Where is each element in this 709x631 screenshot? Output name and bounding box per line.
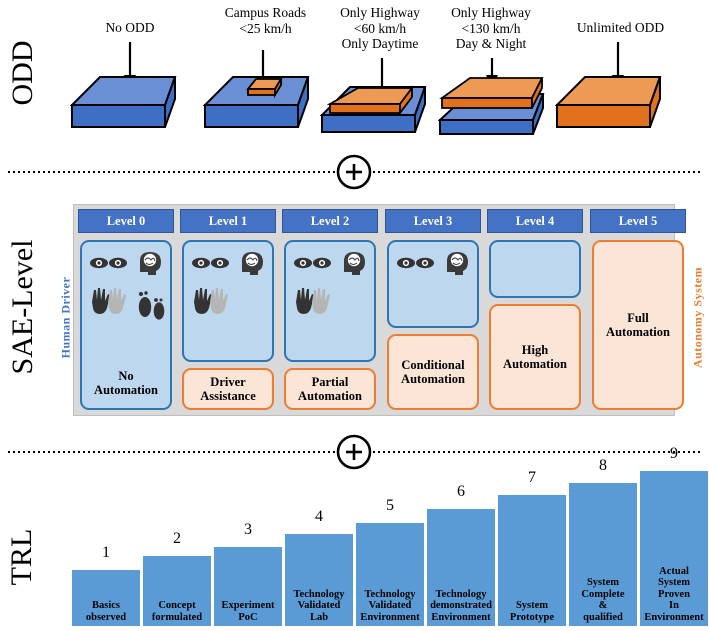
trl-value-label-4: 4 (315, 508, 323, 525)
separator-odd-sae (0, 152, 709, 192)
trl-value-label-2: 2 (173, 530, 181, 547)
sae-header-level-4[interactable]: Level 4 (487, 209, 583, 233)
sae-icons-level-3 (395, 250, 475, 280)
sae-icons-level-2 (292, 250, 372, 320)
trl-value-label-9: 9 (670, 445, 678, 462)
odd-slab-2 (320, 85, 427, 133)
trl-value-label-7: 7 (528, 469, 536, 486)
trl-bar-label-6: Technology demonstrated Environment (430, 588, 492, 623)
sae-system-box-level-4[interactable]: High Automation (489, 304, 581, 410)
odd-slab-4 (555, 76, 662, 128)
sae-icons-level-1 (190, 250, 270, 320)
trl-bar-label-5: Technology Validated Environment (360, 588, 420, 623)
sae-header-level-0[interactable]: Level 0 (78, 209, 174, 233)
trl-bar-label-1: Basics observed (85, 600, 127, 623)
trl-bar-5[interactable]: Technology Validated Environment (356, 523, 424, 626)
sae-header-level-2[interactable]: Level 2 (282, 209, 378, 233)
odd-slab-1 (203, 75, 310, 128)
trl-bar-3[interactable]: Experiment PoC (214, 547, 282, 626)
trl-bar-1[interactable]: Basics observed (72, 570, 140, 626)
sae-icons-level-0 (88, 250, 168, 328)
sae-header-level-5[interactable]: Level 5 (590, 209, 686, 233)
row-label-trl: TRL (5, 528, 38, 586)
trl-bar-9[interactable]: Actual System Proven In Environment (640, 471, 708, 626)
trl-bar-6[interactable]: Technology demonstrated Environment (427, 509, 495, 626)
diagram-canvas: ODD SAE-Level TRL No ODD Campus Roads <2… (0, 0, 709, 631)
odd-caption-2: Only Highway <60 km/h Only Daytime (340, 5, 420, 51)
trl-bar-label-9: Actual System Proven In Environment (644, 565, 704, 623)
trl-value-label-3: 3 (244, 521, 252, 538)
trl-value-label-6: 6 (457, 483, 465, 500)
trl-bar-8[interactable]: System Complete & qualified (569, 483, 637, 626)
sae-system-box-level-3[interactable]: Conditional Automation (387, 334, 479, 410)
trl-value-label-5: 5 (386, 497, 394, 514)
row-label-sae: SAE-Level (6, 239, 39, 375)
sae-system-box-level-1[interactable]: Driver Assistance (182, 368, 274, 410)
trl-value-label-1: 1 (102, 544, 110, 561)
odd-caption-1: Campus Roads <25 km/h (224, 5, 307, 36)
trl-bar-2[interactable]: Concept formulated (143, 556, 211, 626)
odd-caption-3: Only Highway <130 km/h Day & Night (451, 5, 531, 51)
row-label-odd: ODD (6, 40, 39, 106)
trl-bar-7[interactable]: System Prototype (498, 495, 566, 626)
trl-bar-label-3: Experiment PoC (221, 600, 275, 623)
sae-header-level-3[interactable]: Level 3 (385, 209, 481, 233)
sae-driver-box-level-4[interactable] (489, 240, 581, 298)
trl-bar-label-2: Concept formulated (151, 600, 203, 623)
trl-bar-label-4: Technology Validated Lab (293, 588, 345, 623)
trl-bar-label-7: System Prototype (509, 600, 555, 623)
sae-left-side-label: Human Driver (58, 276, 73, 359)
odd-caption-4: Unlimited ODD (576, 20, 665, 35)
sae-header-level-1[interactable]: Level 1 (180, 209, 276, 233)
sae-right-side-label: Autonomy System (690, 266, 705, 369)
trl-bar-label-8: System Complete & qualified (581, 577, 625, 623)
sae-system-box-level-5[interactable]: Full Automation (592, 240, 684, 410)
odd-slab-3 (438, 77, 545, 135)
sae-system-box-level-2[interactable]: Partial Automation (284, 368, 376, 410)
odd-slab-0 (70, 76, 177, 128)
odd-caption-0: No ODD (105, 20, 155, 35)
trl-value-label-8: 8 (599, 457, 607, 474)
trl-bar-4[interactable]: Technology Validated Lab (285, 534, 353, 626)
